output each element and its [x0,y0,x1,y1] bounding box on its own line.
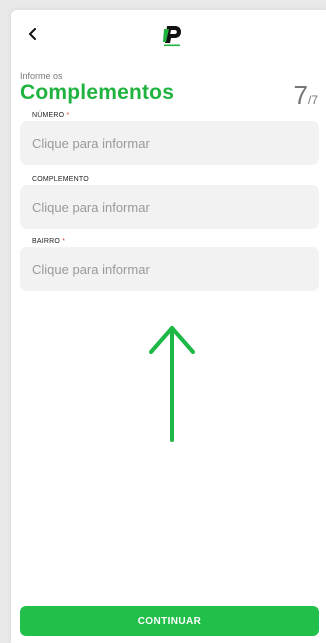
required-mark: * [66,112,70,119]
numero-label: NÚMERO * [32,112,69,119]
brand-logo-icon [163,26,181,47]
step-indicator: 7/7 [294,80,318,111]
arrow-up-icon [149,326,195,442]
complemento-field[interactable]: Clique para informar [20,185,319,229]
required-mark: * [62,238,66,245]
complemento-placeholder: Clique para informar [32,199,150,215]
page-title: Complementos [20,81,175,104]
bairro-field[interactable]: Clique para informar [20,247,319,291]
numero-placeholder: Clique para informar [32,135,150,151]
continue-button[interactable]: CONTINUAR [20,606,319,636]
footer-text [20,638,326,643]
complemento-label: COMPLEMENTO [32,176,89,183]
bairro-label-text: BAIRRO [32,238,61,245]
step-current: 7 [293,80,308,110]
subtitle: Informe os [20,71,63,81]
numero-label-text: NÚMERO [32,112,65,119]
complemento-label-text: COMPLEMENTO [32,176,89,183]
bairro-placeholder: Clique para informar [32,261,150,277]
app-screen: Informe os Complementos 7/7 NÚMERO * Cli… [11,10,326,643]
chevron-left-icon [29,28,36,40]
numero-field[interactable]: Clique para informar [20,121,319,165]
back-button[interactable] [23,24,43,44]
step-total: /7 [307,93,318,107]
bairro-label: BAIRRO * [32,238,65,245]
